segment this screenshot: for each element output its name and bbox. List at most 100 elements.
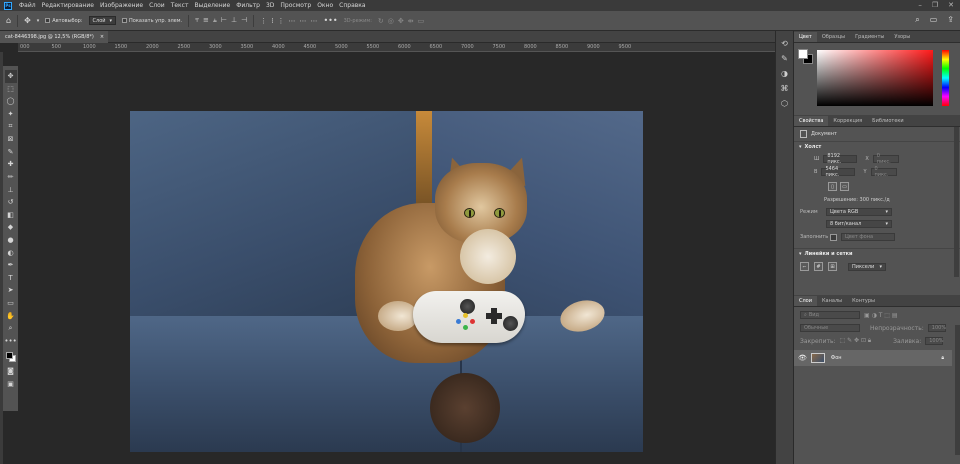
close-icon[interactable]: × bbox=[100, 34, 104, 40]
distribute-left-icon[interactable]: ⋯ bbox=[288, 17, 295, 25]
slide-icon[interactable]: ⇹ bbox=[408, 17, 414, 25]
eraser-icon[interactable]: ◧ bbox=[5, 209, 17, 222]
shape-tool-icon[interactable]: ▭ bbox=[5, 297, 17, 310]
distribute-middle-icon[interactable]: ⁞ bbox=[271, 17, 273, 25]
hue-slider[interactable] bbox=[942, 50, 949, 106]
show-controls-checkbox[interactable]: Показать упр. элем. bbox=[122, 18, 182, 24]
portrait-icon[interactable]: ▯ bbox=[828, 182, 837, 191]
tab-swatches[interactable]: Образцы bbox=[817, 32, 850, 42]
canvas-section-header[interactable]: ▾ Холст bbox=[794, 141, 960, 151]
maximize-icon[interactable]: ❐ bbox=[932, 1, 938, 9]
lasso-tool-icon[interactable]: ◯ bbox=[5, 95, 17, 108]
menu-image[interactable]: Изображение bbox=[97, 2, 146, 9]
frame-tool-icon[interactable]: ⊠ bbox=[5, 133, 17, 146]
align-middle-icon[interactable]: ≡ bbox=[203, 16, 209, 25]
tab-libraries[interactable]: Библиотеки bbox=[867, 116, 909, 126]
pen-tool-icon[interactable]: ✒ bbox=[5, 259, 17, 272]
lock-icons[interactable]: ⬚ ✎ ✥ ⊡ 🔒︎ bbox=[840, 337, 872, 345]
chevron-down-icon[interactable]: ▾ bbox=[37, 18, 40, 24]
tab-adjustments[interactable]: Коррекция bbox=[828, 116, 867, 126]
height-field[interactable]: 5464 пикс. bbox=[821, 166, 856, 178]
menu-window[interactable]: Окно bbox=[314, 2, 336, 9]
layer-row[interactable]: 👁︎ Фон 🔒︎ bbox=[794, 350, 952, 366]
ruler-icon[interactable]: ⌐ bbox=[800, 262, 809, 271]
foreground-color[interactable] bbox=[798, 49, 808, 59]
scale-icon[interactable]: ▭ bbox=[418, 17, 425, 25]
autoselect-checkbox[interactable]: Автовыбор: bbox=[45, 18, 83, 24]
align-right-icon[interactable]: ⊣ bbox=[241, 16, 247, 25]
search-icon[interactable]: ⌕ bbox=[915, 15, 919, 25]
menu-text[interactable]: Текст bbox=[168, 2, 192, 9]
tab-properties[interactable]: Свойства bbox=[794, 116, 829, 126]
bit-depth-dropdown[interactable]: 8 бит/канал ▾ bbox=[826, 220, 892, 228]
distribute-center-icon[interactable]: ⋯ bbox=[299, 17, 306, 25]
blend-mode-dropdown[interactable]: Обычные bbox=[800, 324, 860, 332]
dodge-tool-icon[interactable]: ◐ bbox=[5, 246, 17, 259]
magic-wand-icon[interactable]: ✦ bbox=[5, 108, 17, 121]
tab-layers[interactable]: Слои bbox=[794, 296, 817, 306]
3d-icon[interactable]: ⬡ bbox=[781, 99, 788, 108]
color-field[interactable] bbox=[817, 50, 933, 106]
menu-select[interactable]: Выделение bbox=[191, 2, 233, 9]
distribute-right-icon[interactable]: ⋯ bbox=[310, 17, 317, 25]
paint-bucket-icon[interactable]: ◆ bbox=[5, 221, 17, 234]
landscape-icon[interactable]: ▭ bbox=[840, 182, 849, 191]
type-tool-icon[interactable]: T bbox=[5, 272, 17, 285]
marquee-tool-icon[interactable]: ⬚ bbox=[5, 83, 17, 96]
menu-3d[interactable]: 3D bbox=[263, 2, 277, 9]
distribute-top-icon[interactable]: ⋮ bbox=[260, 17, 267, 25]
history-brush-icon[interactable]: ↺ bbox=[5, 196, 17, 209]
home-icon[interactable]: ⌂ bbox=[6, 16, 11, 25]
fill-field[interactable]: 100% bbox=[925, 337, 944, 345]
crop-tool-icon[interactable]: ⌗ bbox=[5, 120, 17, 133]
foreground-color[interactable] bbox=[5, 352, 13, 360]
opacity-field[interactable]: 100% bbox=[927, 324, 946, 332]
paths-icon[interactable]: ⌘ bbox=[781, 84, 789, 93]
menu-view[interactable]: Просмотр bbox=[277, 2, 314, 9]
workspace-icon[interactable]: ▭ bbox=[930, 15, 938, 25]
color-swatches[interactable] bbox=[5, 351, 17, 365]
tab-channels[interactable]: Каналы bbox=[817, 296, 847, 306]
minimize-icon[interactable]: – bbox=[918, 1, 922, 9]
adjustments-icon[interactable]: ◑ bbox=[781, 69, 788, 78]
mode-dropdown[interactable]: Цвета RGB ▾ bbox=[826, 208, 892, 216]
fill-swatch[interactable] bbox=[830, 233, 837, 241]
share-icon[interactable]: ⇪ bbox=[947, 15, 954, 25]
checkbox-box[interactable] bbox=[45, 18, 51, 23]
hand-tool-icon[interactable]: ✋ bbox=[5, 309, 17, 322]
document-tab[interactable]: cat-8446398.jpg @ 12,5% (RGB/8*) × bbox=[0, 31, 108, 43]
path-select-icon[interactable]: ➤ bbox=[5, 284, 17, 297]
checkbox-box[interactable] bbox=[122, 18, 128, 23]
menu-help[interactable]: Справка bbox=[336, 2, 368, 9]
document-image[interactable] bbox=[130, 111, 643, 452]
properties-scrollbar[interactable] bbox=[954, 127, 959, 277]
more-tools-icon[interactable]: ••• bbox=[4, 334, 16, 347]
eye-icon[interactable]: 👁︎ bbox=[798, 354, 807, 362]
width-field[interactable]: 8192 пикс. bbox=[823, 153, 858, 165]
y-field[interactable]: 0 пикс. bbox=[870, 166, 897, 178]
pan-icon[interactable]: ✥ bbox=[398, 17, 404, 25]
move-tool-icon[interactable]: ✥ bbox=[24, 16, 31, 25]
distribute-bottom-icon[interactable]: ⋮ bbox=[277, 17, 284, 25]
quick-mask-icon[interactable]: ◙ bbox=[5, 365, 17, 378]
clone-stamp-icon[interactable]: ⊥ bbox=[5, 183, 17, 196]
fill-dropdown[interactable]: Цвет фона bbox=[841, 233, 895, 241]
zoom-tool-icon[interactable]: ⌕ bbox=[5, 322, 17, 335]
align-left-icon[interactable]: ⊢ bbox=[221, 16, 227, 25]
guides-icon[interactable]: ⊞ bbox=[828, 262, 837, 271]
align-bottom-icon[interactable]: ⫨ bbox=[213, 16, 217, 25]
menu-file[interactable]: Файл bbox=[16, 2, 39, 9]
rulers-section-header[interactable]: ▾ Линейки и сетки bbox=[794, 248, 960, 258]
brush-settings-icon[interactable]: ✎ bbox=[781, 54, 788, 63]
move-tool-icon[interactable]: ✥ bbox=[4, 70, 17, 83]
grid-icon[interactable]: # bbox=[814, 262, 823, 271]
eyedropper-icon[interactable]: ✎ bbox=[5, 146, 17, 159]
history-icon[interactable]: ⟲ bbox=[781, 39, 788, 48]
units-dropdown[interactable]: Пиксели ▾ bbox=[848, 262, 886, 271]
tab-patterns[interactable]: Узоры bbox=[889, 32, 915, 42]
tab-color[interactable]: Цвет bbox=[794, 32, 817, 42]
screen-mode-icon[interactable]: ▣ bbox=[5, 378, 17, 391]
more-icon[interactable]: ••• bbox=[323, 16, 337, 25]
healing-brush-icon[interactable]: ✚ bbox=[5, 158, 17, 171]
align-top-icon[interactable]: ⫧ bbox=[195, 16, 199, 25]
